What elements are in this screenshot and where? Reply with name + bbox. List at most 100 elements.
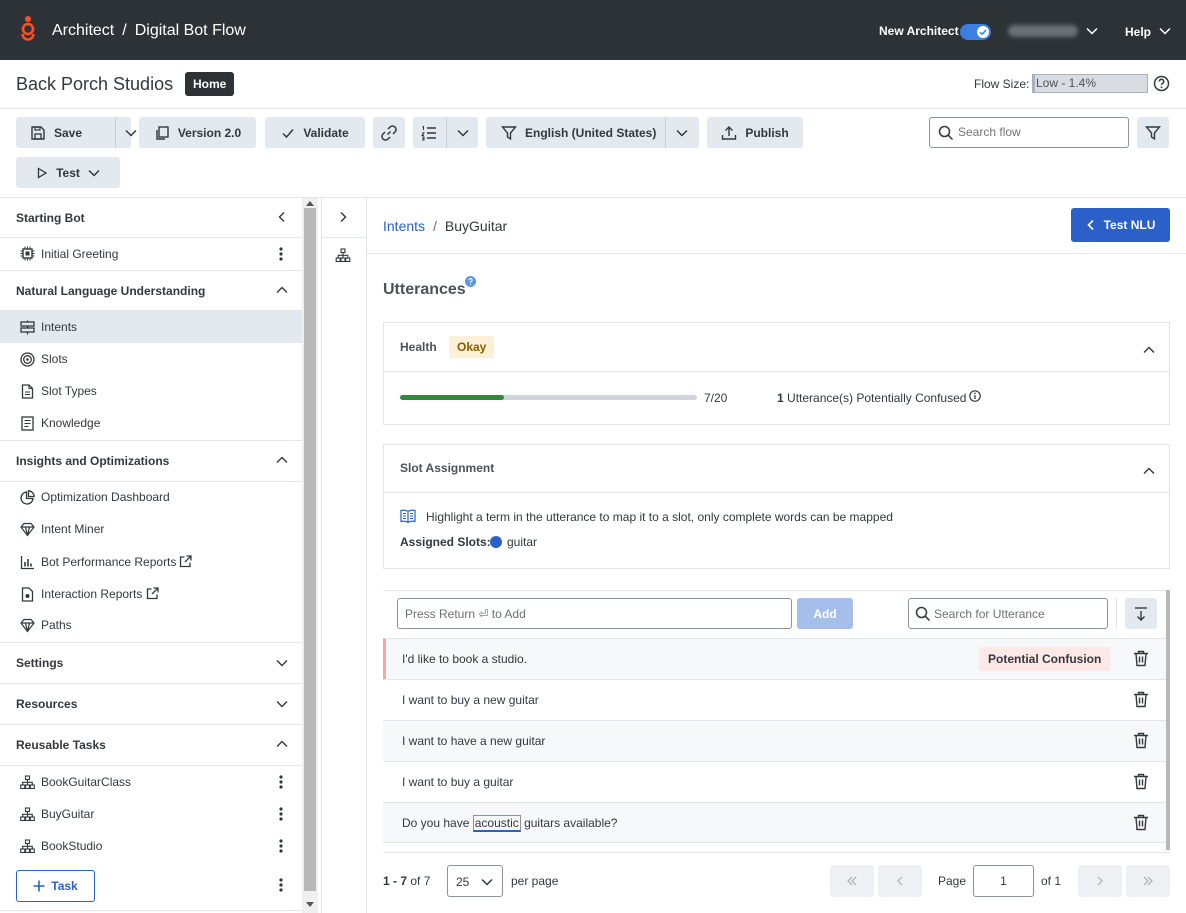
utterance-list-scrollbar[interactable] <box>1166 590 1170 850</box>
first-page-button[interactable] <box>830 865 874 897</box>
publish-button[interactable]: Publish <box>707 117 803 148</box>
more-options-icon[interactable] <box>279 839 283 853</box>
highlighted-slot-term[interactable]: acoustic <box>472 815 521 832</box>
per-page-select[interactable]: 25 <box>447 865 503 897</box>
next-page-button[interactable] <box>1078 865 1122 897</box>
sidebar-item-bot-performance-reports[interactable]: Bot Performance Reports <box>0 546 302 578</box>
health-card-header[interactable] <box>384 323 1169 372</box>
new-architect-toggle[interactable] <box>960 24 991 40</box>
app-name[interactable]: Architect <box>52 22 114 39</box>
list-options-chevron-down-icon[interactable] <box>457 128 469 138</box>
previous-page-button[interactable] <box>878 865 922 897</box>
page-number-input[interactable]: 1 <box>973 865 1034 897</box>
settings-heading[interactable]: Settings <box>16 656 63 670</box>
sidebar-item-intent-miner[interactable]: Intent Miner <box>0 513 302 545</box>
sidebar-item-interaction-reports[interactable]: Interaction Reports <box>0 578 302 610</box>
utterance-row[interactable]: I want to have a new guitar <box>383 720 1166 761</box>
utterance-row[interactable]: I'd like to book a studio. Potential Con… <box>383 638 1166 679</box>
add-task-button[interactable]: Task <box>16 870 95 902</box>
flow-filter-button[interactable] <box>1137 117 1169 148</box>
list-button[interactable] <box>413 117 478 148</box>
sidebar-item-knowledge[interactable]: Knowledge <box>0 407 302 439</box>
search-icon <box>938 125 954 141</box>
slot-assignment-chevron-up-icon[interactable] <box>1143 466 1155 476</box>
help-chevron-down-icon[interactable] <box>1159 26 1171 36</box>
search-utterance-input[interactable]: Search for Utterance <box>908 598 1108 629</box>
utterance-text[interactable]: I want to have a new guitar <box>402 734 545 748</box>
utterance-row[interactable]: Do you have acoustic guitars available? <box>383 802 1166 843</box>
help-icon[interactable] <box>465 276 476 287</box>
collapse-sidebar-chevron-left-icon[interactable] <box>276 211 288 223</box>
utterance-row[interactable]: I want to buy a new guitar <box>383 679 1166 720</box>
help-circle-icon[interactable] <box>1153 75 1170 92</box>
trash-icon[interactable] <box>1133 650 1149 667</box>
assigned-slot-guitar[interactable]: guitar <box>507 535 537 549</box>
utterance-text[interactable]: I'd like to book a studio. <box>402 652 527 666</box>
user-menu[interactable] <box>1008 25 1078 37</box>
reusable-tasks-heading[interactable]: Reusable Tasks <box>16 738 106 752</box>
language-select[interactable]: English (United States) <box>486 117 699 148</box>
link-button[interactable] <box>373 117 405 148</box>
trash-icon[interactable] <box>1133 691 1149 708</box>
sidebar-scrollbar[interactable] <box>302 198 318 913</box>
expand-chevron-right-icon[interactable] <box>338 211 348 223</box>
test-nlu-button[interactable]: Test NLU <box>1071 208 1170 242</box>
utterance-input[interactable]: Press Return ⏎ to Add <box>397 598 792 629</box>
nlu-chevron-up-icon[interactable] <box>276 285 288 295</box>
version-button[interactable]: Version 2.0 <box>139 117 256 148</box>
info-icon[interactable] <box>969 390 981 402</box>
help-menu[interactable]: Help <box>1125 25 1151 39</box>
resources-heading[interactable]: Resources <box>16 697 77 711</box>
utterance-text[interactable]: I want to buy a new guitar <box>402 693 539 707</box>
more-options-icon[interactable] <box>279 807 283 821</box>
health-chevron-up-icon[interactable] <box>1143 345 1155 355</box>
nlu-heading[interactable]: Natural Language Understanding <box>16 284 205 298</box>
test-chevron-down-icon[interactable] <box>88 168 100 178</box>
sidebar-item-slots[interactable]: Slots <box>0 343 302 375</box>
more-options-icon[interactable] <box>279 878 283 892</box>
sidebar-scroll-thumb[interactable] <box>304 208 316 891</box>
sidebar-item-task[interactable]: BookStudio <box>0 830 302 862</box>
sidebar-item-slot-types[interactable]: Slot Types <box>0 375 302 407</box>
save-button[interactable]: Save <box>16 117 137 148</box>
sidebar-item-intents[interactable]: Intents <box>0 311 302 343</box>
breadcrumb-current: BuyGuitar <box>444 218 508 234</box>
slot-assignment-header[interactable] <box>384 445 1169 493</box>
flow-tree-icon[interactable] <box>335 248 351 263</box>
potential-confusion-badge[interactable]: Potential Confusion <box>979 647 1111 671</box>
language-chevron-down-icon[interactable] <box>676 128 688 138</box>
utterance-row[interactable]: I want to buy a guitar <box>383 761 1166 802</box>
sidebar-item-task[interactable]: BookGuitarClass <box>0 766 302 798</box>
insights-chevron-up-icon[interactable] <box>276 455 288 465</box>
save-split-divider <box>115 117 116 148</box>
home-badge[interactable]: Home <box>185 72 235 96</box>
breadcrumb-intents-link[interactable]: Intents <box>383 218 425 234</box>
settings-chevron-down-icon[interactable] <box>276 658 288 668</box>
sidebar-divider <box>0 642 302 643</box>
test-button[interactable]: Test <box>16 157 120 188</box>
sidebar-item-initial-greeting[interactable]: Initial Greeting <box>0 238 302 270</box>
utterance-text[interactable]: I want to buy a guitar <box>402 775 513 789</box>
search-flow-field[interactable] <box>958 125 1118 139</box>
search-flow-input[interactable] <box>929 117 1129 148</box>
more-options-icon[interactable] <box>279 775 283 789</box>
scroll-up-icon[interactable] <box>306 200 314 206</box>
more-options-icon[interactable] <box>279 247 283 261</box>
export-utterances-button[interactable] <box>1125 598 1157 629</box>
last-page-button[interactable] <box>1126 865 1170 897</box>
save-options-chevron-down-icon[interactable] <box>125 128 137 138</box>
validate-button[interactable]: Validate <box>265 117 365 148</box>
utterance-text[interactable]: Do you have acoustic guitars available? <box>402 815 617 832</box>
trash-icon[interactable] <box>1133 814 1149 831</box>
user-menu-chevron-down-icon[interactable] <box>1086 26 1098 36</box>
insights-heading[interactable]: Insights and Optimizations <box>16 454 169 468</box>
sidebar-item-paths[interactable]: Paths <box>0 609 302 641</box>
trash-icon[interactable] <box>1133 732 1149 749</box>
sidebar-item-task[interactable]: BuyGuitar <box>0 798 302 830</box>
scroll-down-icon[interactable] <box>306 902 314 908</box>
reusable-tasks-chevron-up-icon[interactable] <box>276 739 288 749</box>
trash-icon[interactable] <box>1133 773 1149 790</box>
sidebar-item-optimization-dashboard[interactable]: Optimization Dashboard <box>0 481 302 513</box>
add-utterance-button[interactable]: Add <box>797 598 853 629</box>
resources-chevron-down-icon[interactable] <box>276 699 288 709</box>
